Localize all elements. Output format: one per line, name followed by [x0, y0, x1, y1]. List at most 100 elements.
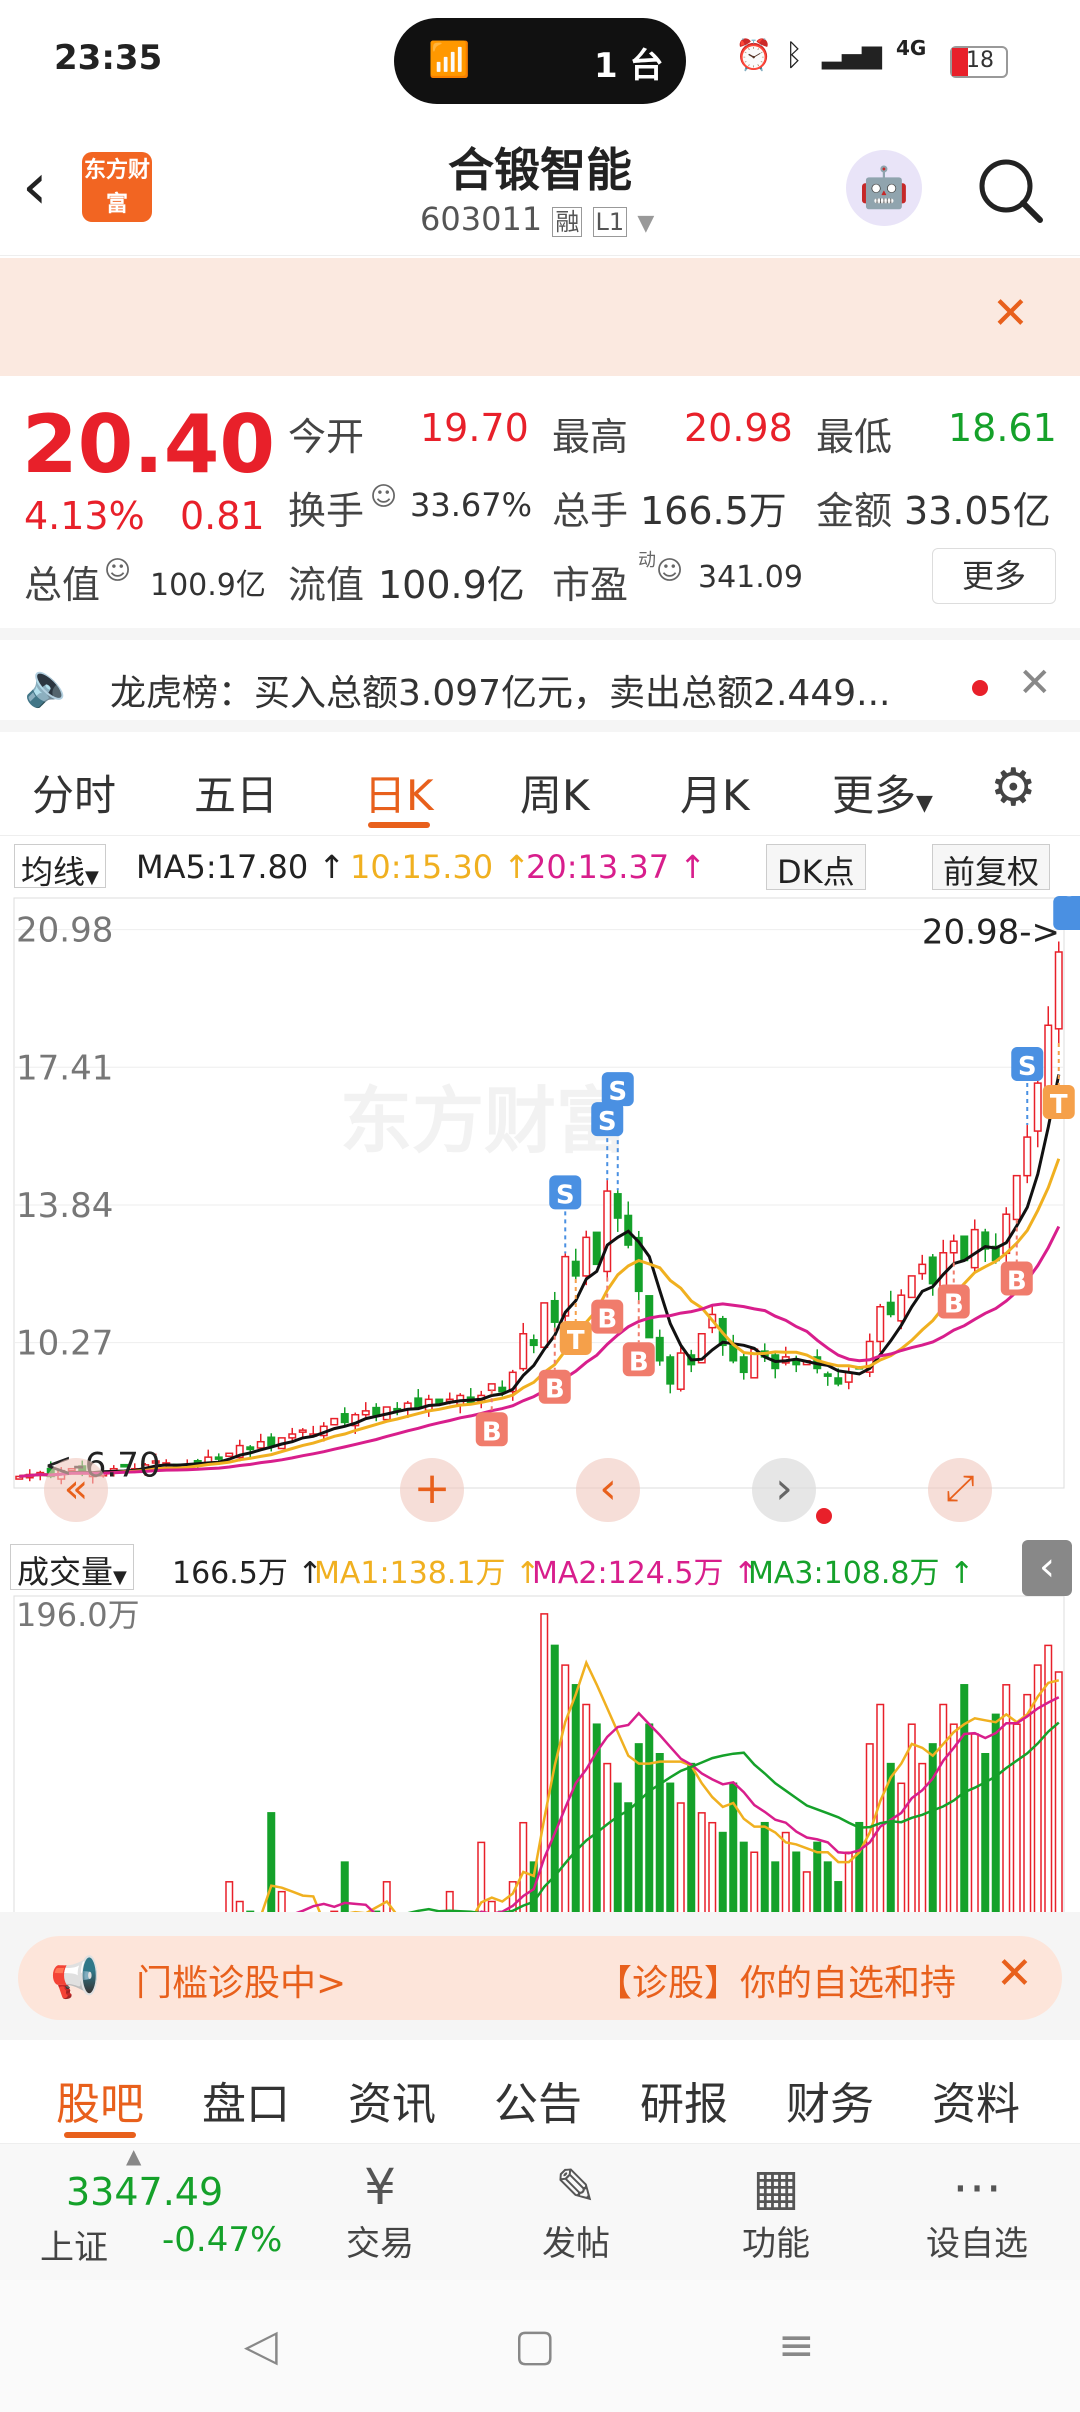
close-promo-icon[interactable]: ✕	[996, 1948, 1033, 1999]
dynamic-island[interactable]: 📶 1 台	[394, 18, 686, 104]
volume-bar	[718, 1831, 727, 1912]
sys-menu-icon[interactable]: ≡	[778, 2320, 815, 2371]
notice-bar[interactable]: 🔈 龙虎榜：买入总额3.097亿元，卖出总额2.449... ✕	[0, 628, 1080, 732]
candle-body	[1012, 1174, 1021, 1221]
tab-5day[interactable]: 五日	[194, 762, 278, 823]
post-button[interactable]: ✎ 发帖	[526, 2158, 626, 2265]
kline-svg[interactable]: 20.9817.4113.8410.27东方财富20.98-><-6.70BBS…	[0, 896, 1080, 1912]
pe-info-icon[interactable]: ☺	[656, 556, 683, 586]
volume-bar	[382, 1881, 391, 1912]
volume-bar	[1023, 1693, 1032, 1912]
candle-body	[550, 1299, 559, 1323]
volume-bar	[760, 1821, 769, 1912]
scroll-right-icon[interactable]: ›	[752, 1458, 816, 1522]
candle-body	[666, 1356, 675, 1385]
promo-pill[interactable]: 📢 门槛诊股中> 【诊股】你的自选和持 ✕	[18, 1936, 1062, 2020]
candle-body	[519, 1333, 528, 1370]
ma-selector[interactable]: 均线▼	[14, 844, 106, 891]
assistant-robot-icon[interactable]: 🤖	[846, 150, 922, 226]
trade-icon: ¥	[364, 2158, 396, 2216]
tab-monthly-k[interactable]: 月K	[680, 762, 750, 823]
alarm-icon: ⏰	[735, 38, 773, 73]
vol-ma3: MA3:108.8万 ↑	[748, 1556, 975, 1591]
stock-code-row[interactable]: 603011 融 L1 ▼	[420, 200, 654, 238]
zoom-in-icon[interactable]: +	[400, 1458, 464, 1522]
scroll-left-icon[interactable]: ‹	[576, 1458, 640, 1522]
candle-body	[529, 1339, 538, 1347]
signal-label: S	[608, 1077, 627, 1107]
dk-point-button[interactable]: DK点	[766, 844, 866, 891]
margin-tag: 融	[552, 207, 583, 237]
collapse-panel-icon[interactable]: ‹	[1022, 1540, 1072, 1596]
functions-button[interactable]: ▦ 功能	[726, 2158, 826, 2265]
price-panel-frame	[13, 897, 1065, 1489]
volume-bar	[781, 1831, 790, 1912]
vol-ma2: MA2:124.5万 ↑	[532, 1556, 759, 1591]
volume-selector[interactable]: 成交量▼	[10, 1544, 134, 1591]
settings-gear-icon[interactable]: ⚙	[990, 758, 1037, 818]
volume-bar	[771, 1861, 780, 1912]
expand-caret-icon[interactable]: ▲	[126, 2144, 141, 2168]
signal-label: B	[545, 1375, 565, 1405]
trade-button[interactable]: ¥ 交易	[330, 2158, 430, 2265]
tab-pankou[interactable]: 盘口	[202, 2068, 290, 2132]
candle-body	[834, 1377, 843, 1385]
signal-label: B	[482, 1417, 502, 1447]
volume-bar	[897, 1782, 906, 1912]
open-value: 19.70	[420, 406, 529, 450]
volume-bar	[981, 1753, 990, 1912]
volume-dropdown-icon: ▼	[113, 1567, 127, 1588]
info-icon[interactable]: ☺	[104, 556, 131, 586]
back-icon[interactable]: ‹	[22, 150, 48, 224]
vol-ma1: MA1:138.1万 ↑	[314, 1556, 541, 1591]
sys-home-icon[interactable]: ▢	[514, 2320, 556, 2371]
tab-intraday[interactable]: 分时	[32, 762, 116, 823]
more-button[interactable]: 更多	[932, 548, 1056, 604]
candle-body	[225, 1452, 234, 1458]
signal-label: B	[1007, 1266, 1027, 1296]
volume-bar	[886, 1762, 895, 1912]
volume-bar	[708, 1821, 717, 1912]
adjust-button[interactable]: 前复权	[932, 844, 1051, 891]
add-watchlist-button[interactable]: ⋯ 设自选	[912, 2158, 1042, 2265]
tab-profile[interactable]: 资料	[932, 2068, 1020, 2132]
candle-body	[414, 1397, 423, 1408]
candle-body	[792, 1359, 801, 1366]
system-nav-bar: ◁ ▢ ≡	[0, 2280, 1080, 2412]
tab-announcements[interactable]: 公告	[494, 2068, 582, 2132]
tab-weekly-k[interactable]: 周K	[520, 762, 590, 823]
candle-body	[897, 1294, 906, 1322]
tab-more[interactable]: 更多▼	[832, 762, 933, 823]
candle-body	[949, 1240, 958, 1254]
tab-daily-k[interactable]: 日K	[364, 762, 434, 823]
stock-name: 合锻智能	[448, 143, 632, 197]
volume-bar	[834, 1881, 843, 1912]
dropdown-icon: ▼	[637, 211, 655, 236]
candle-body	[246, 1446, 255, 1451]
tab-finance[interactable]: 财务	[786, 2068, 874, 2132]
volume-bar	[235, 1900, 244, 1912]
sys-back-icon[interactable]: ◁	[244, 2320, 278, 2371]
candle-body	[1002, 1213, 1011, 1255]
index-value[interactable]: 3347.49	[66, 2170, 223, 2214]
y-tick-label: 20.98	[16, 911, 113, 951]
speaker-icon: 🔈	[24, 660, 77, 709]
search-icon[interactable]	[976, 156, 1043, 223]
high-label: 最高	[552, 415, 629, 459]
unread-dot	[972, 680, 988, 696]
close-banner-icon[interactable]: ✕	[992, 288, 1029, 339]
candle-body	[592, 1231, 601, 1266]
tab-guba[interactable]: 股吧	[56, 2068, 144, 2132]
index-pct: -0.47%	[162, 2220, 283, 2260]
tab-news[interactable]: 资讯	[348, 2068, 436, 2132]
close-notice-icon[interactable]: ✕	[1018, 660, 1052, 706]
tab-research[interactable]: 研报	[640, 2068, 728, 2132]
rewind-icon[interactable]: «	[44, 1458, 108, 1522]
volume-bar	[613, 1782, 622, 1912]
fullscreen-icon[interactable]: ⤢	[928, 1458, 992, 1522]
pe-sup: 动	[638, 550, 656, 571]
turnover-info-icon[interactable]: ☺	[370, 482, 397, 512]
pill-label: 1 台	[594, 46, 664, 86]
brand-logo[interactable]: 东方财富	[82, 152, 152, 222]
volume-bar	[928, 1743, 937, 1912]
